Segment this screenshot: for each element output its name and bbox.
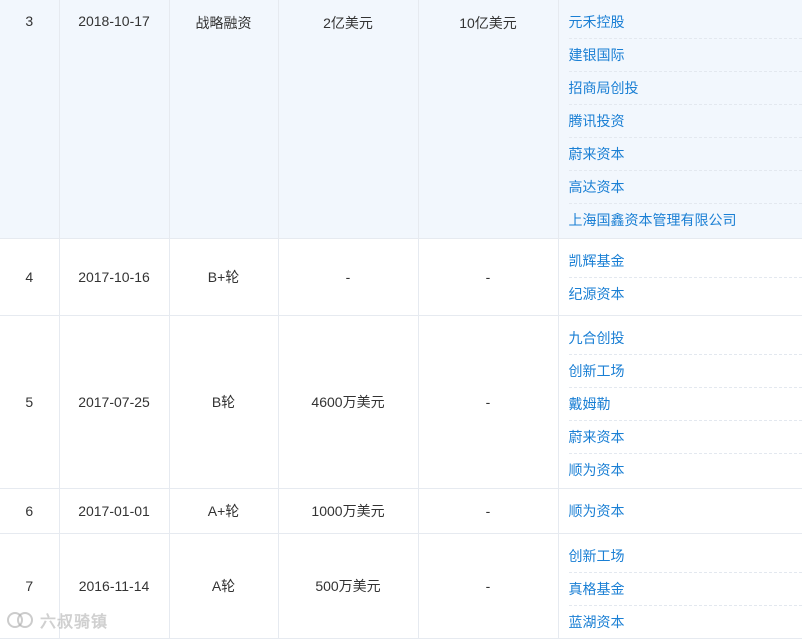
investor-link[interactable]: 真格基金 xyxy=(569,573,802,606)
row-index: 7 xyxy=(0,533,59,638)
financing-round: A轮 xyxy=(169,533,278,638)
investor-link[interactable]: 顺为资本 xyxy=(569,454,802,486)
investor-list: 创新工场 真格基金 蓝湖资本 xyxy=(558,533,802,638)
investor-link[interactable]: 腾讯投资 xyxy=(569,105,802,138)
table-row: 7 2016-11-14 A轮 500万美元 - 创新工场 真格基金 蓝湖资本 xyxy=(0,533,802,638)
investor-list: 凯辉基金 纪源资本 xyxy=(558,238,802,315)
investor-link[interactable]: 招商局创投 xyxy=(569,72,802,105)
table-row: 5 2017-07-25 B轮 4600万美元 - 九合创投 创新工场 戴姆勒 … xyxy=(0,315,802,488)
investor-link[interactable]: 蓝湖资本 xyxy=(569,606,802,638)
table-row: 3 2018-10-17 战略融资 2亿美元 10亿美元 元禾控股 建银国际 招… xyxy=(0,0,802,238)
valuation: - xyxy=(418,238,558,315)
financing-amount: 2亿美元 xyxy=(278,0,418,238)
valuation: - xyxy=(418,533,558,638)
financing-date: 2017-01-01 xyxy=(59,488,169,533)
financing-date: 2017-07-25 xyxy=(59,315,169,488)
financing-amount: 4600万美元 xyxy=(278,315,418,488)
investor-link[interactable]: 建银国际 xyxy=(569,39,802,72)
financing-round: B轮 xyxy=(169,315,278,488)
table-row: 4 2017-10-16 B+轮 - - 凯辉基金 纪源资本 xyxy=(0,238,802,315)
investor-link[interactable]: 顺为资本 xyxy=(569,495,802,527)
financing-amount: - xyxy=(278,238,418,315)
valuation: - xyxy=(418,315,558,488)
investor-link[interactable]: 蔚来资本 xyxy=(569,421,802,454)
investor-link[interactable]: 高达资本 xyxy=(569,171,802,204)
investor-list: 顺为资本 xyxy=(558,488,802,533)
financing-table: 3 2018-10-17 战略融资 2亿美元 10亿美元 元禾控股 建银国际 招… xyxy=(0,0,802,639)
financing-date: 2018-10-17 xyxy=(59,0,169,238)
investor-link[interactable]: 凯辉基金 xyxy=(569,245,802,278)
investor-link[interactable]: 上海国鑫资本管理有限公司 xyxy=(569,204,802,236)
row-index: 4 xyxy=(0,238,59,315)
row-index: 3 xyxy=(0,0,59,238)
financing-date: 2017-10-16 xyxy=(59,238,169,315)
financing-date: 2016-11-14 xyxy=(59,533,169,638)
investor-link[interactable]: 创新工场 xyxy=(569,540,802,573)
investor-link[interactable]: 创新工场 xyxy=(569,355,802,388)
financing-amount: 1000万美元 xyxy=(278,488,418,533)
investor-list: 元禾控股 建银国际 招商局创投 腾讯投资 蔚来资本 高达资本 上海国鑫资本管理有… xyxy=(558,0,802,238)
row-index: 6 xyxy=(0,488,59,533)
row-index: 5 xyxy=(0,315,59,488)
financing-amount: 500万美元 xyxy=(278,533,418,638)
investor-link[interactable]: 蔚来资本 xyxy=(569,138,802,171)
investor-list: 九合创投 创新工场 戴姆勒 蔚来资本 顺为资本 xyxy=(558,315,802,488)
investor-link[interactable]: 纪源资本 xyxy=(569,278,802,310)
investor-link[interactable]: 元禾控股 xyxy=(569,6,802,39)
valuation: 10亿美元 xyxy=(418,0,558,238)
financing-round: 战略融资 xyxy=(169,0,278,238)
investor-link[interactable]: 戴姆勒 xyxy=(569,388,802,421)
table-row: 6 2017-01-01 A+轮 1000万美元 - 顺为资本 xyxy=(0,488,802,533)
investor-link[interactable]: 九合创投 xyxy=(569,322,802,355)
financing-round: A+轮 xyxy=(169,488,278,533)
valuation: - xyxy=(418,488,558,533)
financing-round: B+轮 xyxy=(169,238,278,315)
